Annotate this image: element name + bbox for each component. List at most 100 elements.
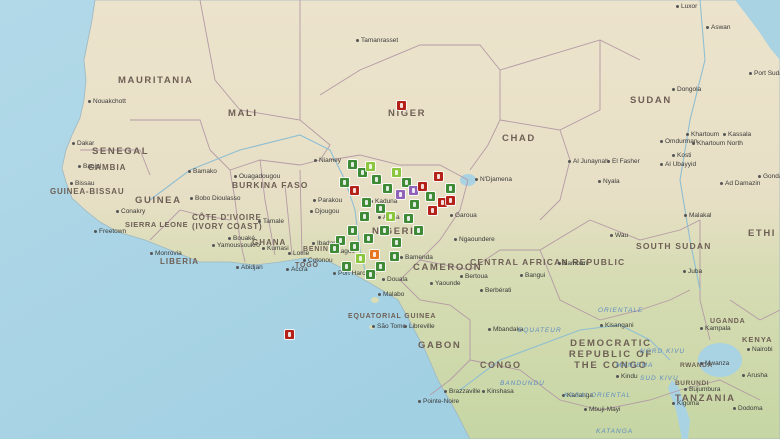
map-marker-light-green[interactable] xyxy=(366,162,375,171)
country-label-gabon: GABON xyxy=(418,340,462,351)
country-label-congo: CONGO xyxy=(480,360,522,370)
country-label-senegal: SENEGAL xyxy=(92,146,150,157)
map-marker-green[interactable] xyxy=(383,184,392,193)
city-label-bouake: Bouaké xyxy=(228,235,255,242)
map-marker-light-green[interactable] xyxy=(386,212,395,221)
city-label-brazzaville: Brazzaville xyxy=(444,388,480,395)
city-label-luxor: Luxor xyxy=(676,3,697,10)
map-marker-green[interactable] xyxy=(366,270,375,279)
map-marker-green[interactable] xyxy=(426,192,435,201)
city-label-juba: Juba xyxy=(683,268,702,275)
city-label-khartoum: Khartoum xyxy=(686,131,719,138)
country-label-uganda: UGANDA xyxy=(710,318,746,325)
city-label-tamanrasset: Tamanrasset xyxy=(356,37,398,44)
map-marker-orange[interactable] xyxy=(370,250,379,259)
map-marker-green[interactable] xyxy=(376,262,385,271)
country-label-liberia: LIBERIA xyxy=(160,257,199,266)
city-label-kumasi: Kumasi xyxy=(262,245,289,252)
map-marker-green[interactable] xyxy=(380,226,389,235)
city-label-kinshasa: Kinshasa xyxy=(482,388,514,395)
map-marker-green[interactable] xyxy=(392,238,401,247)
country-label-sierra-leone: SIERRA LEONE xyxy=(125,220,189,229)
city-label-mbuji-mayi: Mbuji-Mayi xyxy=(584,406,620,413)
country-label-mali: MALI xyxy=(228,108,258,119)
country-label-sudan: SUDAN xyxy=(630,95,672,106)
city-label-yaounde: Yaounde xyxy=(430,280,461,287)
city-label-kigoma: Kigoma xyxy=(672,400,699,407)
country-label-south-sudan: SOUTH SUDAN xyxy=(636,241,712,251)
city-label-port-sudan: Port Sudan xyxy=(749,70,780,77)
map-marker-purple[interactable] xyxy=(396,190,405,199)
map-marker-green[interactable] xyxy=(362,198,371,207)
city-label-lome: Lome xyxy=(288,250,309,257)
city-label-bissau: Bissau xyxy=(70,180,95,187)
country-label-ethiopia: ETHI xyxy=(748,228,777,239)
city-label-niamey: Niamey xyxy=(314,157,341,164)
country-label-car: CENTRAL AFRICAN REPUBLIC xyxy=(470,257,626,267)
map-marker-red[interactable] xyxy=(418,182,427,191)
map-marker-green[interactable] xyxy=(348,226,357,235)
city-label-bangui: Bangui xyxy=(520,272,545,279)
map-marker-light-green[interactable] xyxy=(392,168,401,177)
country-label-burkina-faso: BURKINA FASO xyxy=(232,180,309,190)
city-label-al-junaynah: Al Junaynah xyxy=(568,158,609,165)
region-label-sud-kivu: SUD KIVU xyxy=(640,375,679,382)
region-label-kasai: KASAI ORIENTAL xyxy=(564,392,631,399)
map-view[interactable]: MAURITANIA MALI NIGER CHAD SUDAN SENEGAL GAMBI… xyxy=(0,0,780,439)
city-label-abidjan: Abidjan xyxy=(236,264,263,271)
map-marker-red[interactable] xyxy=(428,206,437,215)
city-label-tamale: Tamale xyxy=(258,218,284,225)
city-label-ngaoundere: Ngaoundere xyxy=(454,236,495,243)
map-marker-green[interactable] xyxy=(360,212,369,221)
region-label-katanga: KATANGA xyxy=(596,428,634,435)
map-marker-green[interactable] xyxy=(340,178,349,187)
city-label-garoua: Garoua xyxy=(450,212,477,219)
map-marker-green[interactable] xyxy=(372,175,381,184)
city-label-kosti: Kosti xyxy=(672,152,691,159)
city-label-berbérati: Berbérati xyxy=(480,287,511,294)
city-label-nairobi: Nairobi xyxy=(747,346,773,353)
city-label-dakar: Dakar xyxy=(72,140,94,147)
country-label-equatorial-guinea: EQUATORIAL GUINEA xyxy=(348,313,437,320)
city-label-douala: Douala xyxy=(382,276,408,283)
city-label-bamako: Bamako xyxy=(188,168,217,175)
city-label-djougou: Djougou xyxy=(310,208,339,215)
map-marker-green[interactable] xyxy=(376,204,385,213)
region-label-maniema: MANIEMA xyxy=(616,362,654,369)
city-label-bobo: Bobo Dioulasso xyxy=(190,195,241,202)
city-label-pointe-noire: Pointe-Noire xyxy=(418,398,459,405)
city-label-parakou: Parakou xyxy=(313,197,342,204)
city-label-wau: Wau xyxy=(610,232,628,239)
city-label-bujumbura: Bujumbura xyxy=(684,386,720,393)
city-label-bertoua: Bertoua xyxy=(460,273,488,280)
city-label-ndjamena: N'Djamena xyxy=(475,176,512,183)
region-label-bandundu: BANDUNDU xyxy=(500,380,545,387)
map-marker-light-green[interactable] xyxy=(356,254,365,263)
map-marker-green[interactable] xyxy=(350,242,359,251)
city-label-ouagadougou: Ouagadougou xyxy=(234,173,280,180)
city-label-bambari: Bambari xyxy=(558,260,587,267)
map-marker-purple[interactable] xyxy=(409,186,418,195)
map-marker-green[interactable] xyxy=(390,252,399,261)
map-marker-green[interactable] xyxy=(446,184,455,193)
map-marker-red[interactable] xyxy=(350,186,359,195)
map-marker-green[interactable] xyxy=(404,214,413,223)
map-marker-red[interactable] xyxy=(446,196,455,205)
city-label-nyala: Nyala xyxy=(598,178,620,185)
country-label-guinea: GUINEA xyxy=(135,195,182,206)
map-marker-green[interactable] xyxy=(330,244,339,253)
country-label-chad: CHAD xyxy=(502,133,536,144)
map-marker-green[interactable] xyxy=(410,200,419,209)
city-label-malakal: Malakal xyxy=(684,212,711,219)
city-label-yamoussoukro: Yamoussoukro xyxy=(212,242,260,249)
map-marker-green[interactable] xyxy=(414,226,423,235)
map-marker-green[interactable] xyxy=(348,160,357,169)
city-label-malabo: Malabo xyxy=(378,291,404,298)
map-marker-green[interactable] xyxy=(342,262,351,271)
map-marker-green[interactable] xyxy=(364,234,373,243)
map-marker-red[interactable] xyxy=(285,330,294,339)
map-marker-red[interactable] xyxy=(434,172,443,181)
city-label-conakry: Conakry xyxy=(116,208,145,215)
map-marker-red[interactable] xyxy=(397,101,406,110)
city-label-el-fasher: El Fasher xyxy=(607,158,640,165)
